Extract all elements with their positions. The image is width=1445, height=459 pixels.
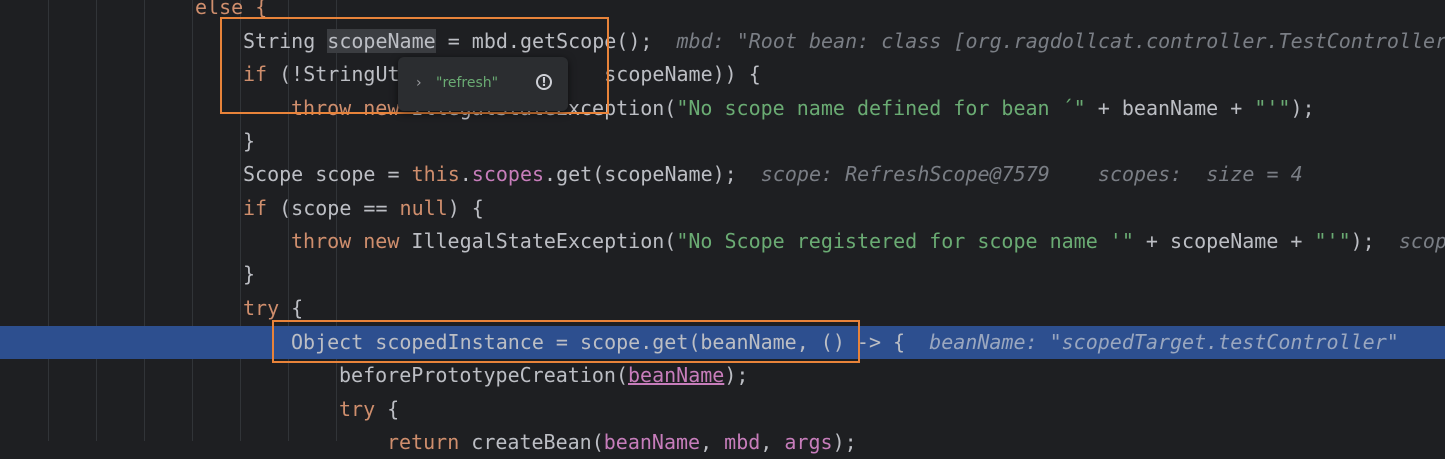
code-text: try { [339, 393, 399, 426]
code-text: Scope scope = this.scopes.get(scopeName)… [243, 158, 1303, 191]
info-icon[interactable]: ! [536, 74, 552, 90]
chevron-right-icon[interactable]: › [416, 75, 422, 91]
inline-debug-hint: scope: RefreshScope@7579 scopes: size = … [736, 162, 1303, 186]
code-token: } [243, 129, 256, 153]
code-line[interactable]: String scopeName = mbd.getScope(); mbd: … [0, 25, 1445, 58]
code-token: scopeName)) { [604, 62, 761, 86]
code-token: if [243, 196, 268, 220]
code-text: throw new IllegalStateException("No Scop… [291, 225, 1445, 258]
popup-value: "refresh" [436, 75, 499, 91]
code-line[interactable]: Scope scope = this.scopes.get(scopeName)… [0, 158, 1445, 191]
code-token: + scopeName + [1133, 229, 1315, 253]
code-token: IllegalStateException( [399, 229, 677, 253]
code-token: beanName [603, 430, 701, 454]
code-token: beanName [627, 363, 725, 387]
code-line[interactable]: try { [0, 393, 1445, 426]
code-token: + beanName + [1085, 96, 1255, 120]
code-line[interactable]: throw new IllegalStateException("No Scop… [0, 225, 1445, 258]
code-token: (scope == [267, 196, 400, 220]
code-line[interactable]: if (scope == null) { [0, 192, 1445, 225]
code-token: try [243, 296, 280, 320]
code-line[interactable]: if (!StringUt scopeName)) { [0, 58, 1445, 91]
code-token: scopes [471, 162, 545, 186]
code-line[interactable]: else { [0, 0, 1445, 24]
code-line[interactable]: beforePrototypeCreation(beanName); [0, 359, 1445, 392]
code-text: } [243, 125, 255, 158]
code-token: createBean( [459, 430, 604, 454]
code-text: return createBean(beanName, mbd, args); [387, 426, 857, 459]
code-token: "No scope name defined for bean ´" [676, 96, 1086, 120]
code-token: "'" [1254, 96, 1291, 120]
inline-debug-hint: beanName: "scopedTarget.testController" [905, 330, 1399, 354]
code-token: this [411, 162, 460, 186]
inline-debug-hint: mbd: "Root bean: class [org.ragdollcat.c… [652, 29, 1445, 53]
highlight-box-scoped-instance [272, 320, 860, 363]
code-line[interactable]: } [0, 258, 1445, 291]
code-token: null [399, 196, 448, 220]
code-token: throw new [291, 229, 400, 253]
code-token: ); [1290, 96, 1315, 120]
code-token: "No Scope registered for scope name '" [676, 229, 1134, 253]
debug-value-popup[interactable]: › "refresh" ! [398, 57, 568, 111]
code-line[interactable]: return createBean(beanName, mbd, args); [0, 426, 1445, 459]
code-text: } [243, 258, 255, 291]
code-token: , [700, 430, 725, 454]
code-line[interactable]: } [0, 125, 1445, 158]
code-text: if (scope == null) { [243, 192, 484, 225]
code-token: mbd [724, 430, 761, 454]
code-text: beforePrototypeCreation(beanName); [339, 359, 748, 392]
code-token: beforePrototypeCreation( [339, 363, 628, 387]
code-token: args [784, 430, 833, 454]
code-token: { [279, 296, 304, 320]
code-token: Scope scope = [243, 162, 412, 186]
code-token: ); [724, 363, 749, 387]
code-token: } [243, 262, 256, 286]
code-token: ); [1350, 229, 1375, 253]
code-token: { [375, 397, 400, 421]
code-line[interactable]: throw new IllegalStateException("No scop… [0, 92, 1445, 125]
code-token: "'" [1314, 229, 1351, 253]
code-token: .get(scopeName); [544, 162, 737, 186]
code-token: return [387, 430, 460, 454]
code-token: . [459, 162, 472, 186]
code-token: ); [832, 430, 857, 454]
code-editor[interactable]: else {String scopeName = mbd.getScope();… [0, 0, 1445, 454]
inline-debug-hint: scop [1374, 229, 1445, 253]
code-token: ) { [447, 196, 484, 220]
code-token: , [760, 430, 785, 454]
code-token: try [339, 397, 376, 421]
